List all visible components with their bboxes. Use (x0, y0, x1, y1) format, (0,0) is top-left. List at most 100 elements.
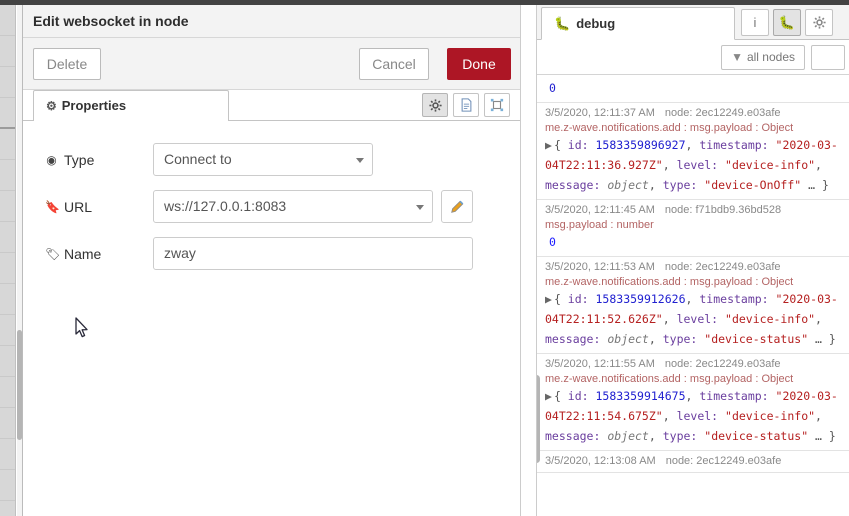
debug-message-body-line: 04T22:11:36.927Z", level: "device-info", (545, 157, 841, 174)
debug-message-value: 0 (537, 75, 849, 103)
debug-token-str: 04T22:11:52.626Z" (545, 312, 663, 326)
palette-row (0, 67, 15, 98)
debug-message-body-line: ▶{ id: 1583359912626, timestamp: "2020-0… (545, 291, 841, 308)
type-select[interactable]: Connect to (153, 143, 373, 176)
dialog-action-bar: Delete Cancel Done (23, 38, 520, 90)
debug-message-timestamp: 3/5/2020, 12:11:45 AM (545, 204, 655, 216)
palette-row (0, 253, 15, 284)
debug-message-body-line: ▶{ id: 1583359896927, timestamp: "2020-0… (545, 137, 841, 154)
debug-toolbar: ▼ all nodes (537, 40, 849, 75)
debug-token-punc: , (662, 312, 677, 326)
expand-arrow-icon[interactable]: ▶ (545, 389, 552, 403)
bug-icon: 🐛 (554, 16, 571, 31)
debug-message-node-id: node: 2ec12249.e03afe (664, 261, 781, 273)
name-label-text: Name (64, 245, 102, 262)
bookmark-icon: 🔖 (45, 199, 60, 214)
debug-token-k: timestamp: (699, 292, 776, 306)
debug-message[interactable]: 3/5/2020, 12:11:37 AM node: 2ec12249.e03a… (537, 103, 849, 200)
expand-arrow-icon[interactable]: ▶ (545, 138, 552, 152)
debug-message-topic: me.z-wave.notifications.add : msg.payloa… (545, 276, 794, 288)
debug-token-str: "device-OnOff" (704, 178, 802, 192)
palette-row (0, 315, 15, 346)
debug-token-k: timestamp: (699, 389, 776, 403)
debug-message-node-id: node: f71bdb9.36bd528 (664, 204, 782, 216)
debug-token-punc: , (662, 158, 677, 172)
sidebar-tab-row: 🐛 debug i 🐛 (537, 5, 849, 40)
name-field-label: 🏷 Name (33, 246, 153, 262)
info-tab-button[interactable]: i (741, 9, 769, 36)
dialog-tab-bar: ⚙ Properties (23, 90, 520, 121)
debug-token-str: "device-info" (725, 409, 816, 423)
debug-message-meta: 3/5/2020, 12:13:08 AM node: 2ec12249.e03a… (545, 455, 841, 467)
tab-properties[interactable]: ⚙ Properties (33, 90, 229, 121)
debug-message[interactable]: 3/5/2020, 12:11:53 AM node: 2ec12249.e03a… (537, 257, 849, 354)
debug-token-punc: , (685, 389, 700, 403)
filter-nodes-label: all nodes (746, 50, 795, 64)
debug-message-node-id: node: 2ec12249.e03afe (664, 107, 781, 119)
debug-message-list[interactable]: 0 3/5/2020, 12:11:37 AM node: 2ec12249.e03… (537, 75, 849, 516)
debug-token-obj: object (607, 429, 649, 443)
expand-arrow-icon[interactable]: ▶ (545, 292, 552, 306)
debug-token-str: "2020-03- (775, 138, 838, 152)
name-input[interactable]: zway (153, 237, 473, 270)
sidebar-tab-debug[interactable]: 🐛 debug (541, 7, 735, 40)
debug-token-k: id: (567, 389, 596, 403)
cancel-button[interactable]: Cancel (359, 48, 429, 80)
debug-message-timestamp: 3/5/2020, 12:11:55 AM (545, 358, 655, 370)
url-label-text: URL (64, 198, 93, 215)
palette-row (0, 98, 15, 129)
edit-node-dialog: Edit websocket in node Delete Cancel Don… (22, 5, 538, 516)
debug-token-str: "device-status" (704, 332, 809, 346)
palette-row (0, 129, 15, 160)
debug-token-punc: { (553, 138, 568, 152)
debug-message-body-line: message: object, type: "device-status" …… (545, 331, 841, 348)
debug-message-meta: 3/5/2020, 12:11:53 AM node: 2ec12249.e03a… (545, 261, 841, 273)
tab-properties-label: Properties (61, 98, 127, 113)
debug-token-punc: … } (801, 178, 829, 192)
debug-message-topic: me.z-wave.notifications.add : msg.payloa… (545, 373, 794, 385)
filter-nodes-button[interactable]: ▼ all nodes (721, 45, 805, 70)
debug-token-str: "2020-03- (775, 292, 838, 306)
node-appearance-icon-button[interactable] (484, 93, 510, 117)
form-row-url: 🔖 URL ws://127.0.0.1:8083 (33, 190, 510, 223)
debug-token-punc: , (685, 138, 700, 152)
form-row-type: ◉ Type Connect to (33, 143, 510, 176)
gear-icon-button[interactable] (422, 93, 448, 117)
edit-url-button[interactable] (441, 190, 473, 223)
gear-icon (812, 16, 826, 29)
debug-token-k: type: (662, 178, 705, 192)
palette-row (0, 470, 15, 501)
document-icon-button[interactable] (453, 93, 479, 117)
debug-tab-button[interactable]: 🐛 (773, 9, 801, 36)
debug-token-obj: object (607, 332, 649, 346)
debug-token-k: id: (567, 292, 596, 306)
debug-token-punc: , (648, 332, 663, 346)
debug-token-punc: { (553, 389, 568, 403)
palette-row (0, 36, 15, 67)
debug-token-punc: … } (808, 332, 836, 346)
debug-scrollbar-thumb[interactable] (537, 375, 540, 463)
dialog-tab-icon-group (422, 93, 510, 117)
debug-message[interactable]: 3/5/2020, 12:11:55 AM node: 2ec12249.e03a… (537, 354, 849, 451)
debug-message[interactable]: 3/5/2020, 12:11:45 AM node: f71bdb9.36bd5… (537, 200, 849, 257)
debug-message-body-line: message: object, type: "device-status" …… (545, 428, 841, 445)
debug-token-k: level: (676, 158, 726, 172)
palette-row (0, 501, 15, 516)
debug-message-meta: 3/5/2020, 12:11:45 AM node: f71bdb9.36bd5… (545, 204, 841, 216)
url-select[interactable]: ws://127.0.0.1:8083 (153, 190, 433, 223)
document-icon (461, 98, 471, 112)
palette-strip[interactable] (0, 5, 16, 516)
done-button[interactable]: Done (447, 48, 511, 80)
config-tab-button[interactable] (805, 9, 833, 36)
palette-row (0, 222, 15, 253)
clear-messages-button[interactable] (811, 45, 845, 70)
debug-token-str: "2020-03- (775, 389, 838, 403)
debug-token-obj: object (607, 178, 649, 192)
panel-divider[interactable] (520, 5, 537, 516)
delete-button[interactable]: Delete (33, 48, 101, 80)
debug-message[interactable]: 3/5/2020, 12:13:08 AM node: 2ec12249.e03a… (537, 451, 849, 473)
debug-message-body-line: message: object, type: "device-OnOff" … … (545, 177, 841, 194)
debug-token-str: 04T22:11:36.927Z" (545, 158, 663, 172)
debug-message-timestamp: 3/5/2020, 12:13:08 AM (545, 455, 656, 467)
debug-token-punc: , (685, 292, 700, 306)
